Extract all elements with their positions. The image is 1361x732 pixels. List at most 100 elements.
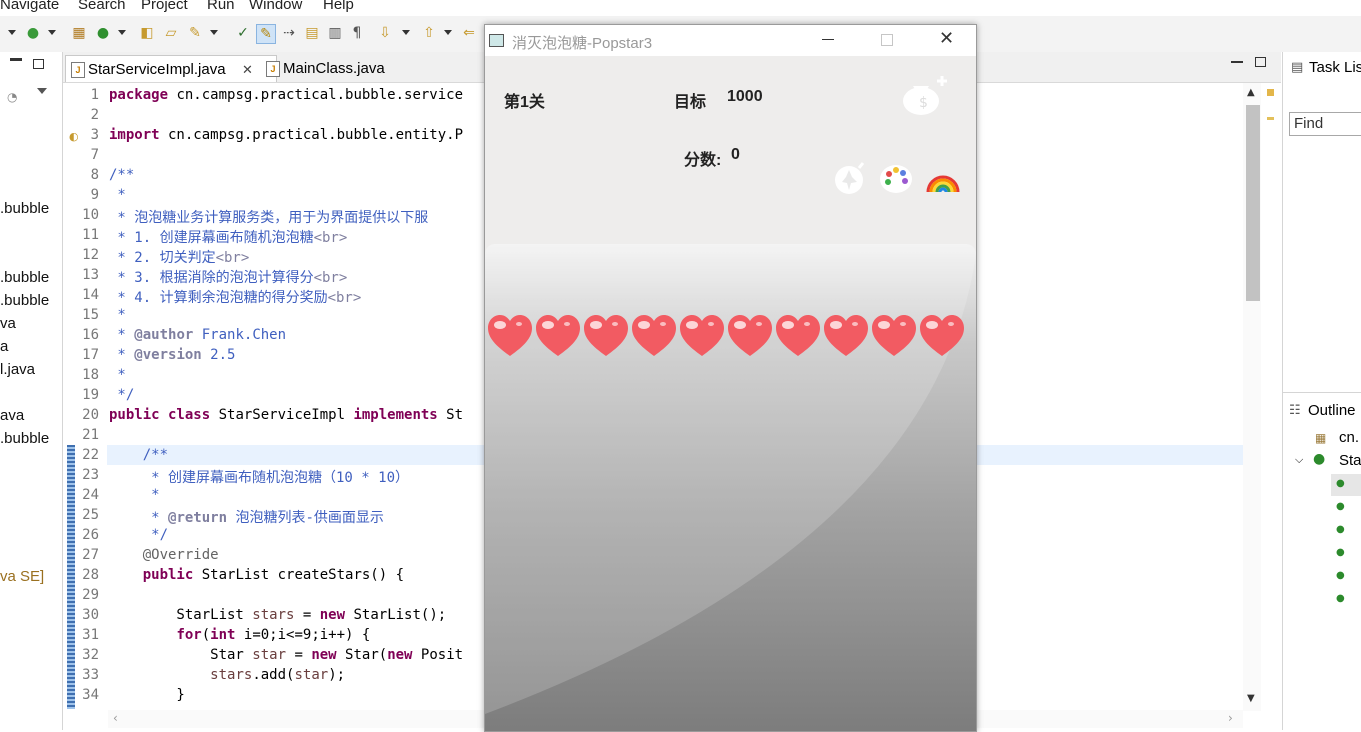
line-number: 34 [82, 687, 99, 703]
method-icon[interactable]: ● [1336, 593, 1345, 604]
method-icon[interactable]: ● [1336, 547, 1345, 558]
tree-item[interactable]: .bubble [0, 292, 49, 309]
dropdown-arrow-icon[interactable] [8, 30, 16, 35]
line-number: 1 [90, 87, 99, 103]
dropdown-arrow-icon[interactable] [48, 30, 56, 35]
heart-bubble[interactable] [486, 312, 534, 360]
game-window-titlebar[interactable]: 消灭泡泡糖-Popstar3 ✕ [485, 25, 976, 56]
line-number: 21 [82, 427, 99, 443]
maximize-icon[interactable] [33, 59, 44, 69]
right-panel: ▤ Task Lis Find ☷ Outline ▦ cn. ⌵ ● Sta … [1282, 52, 1361, 730]
overview-ruler-marker[interactable] [1267, 89, 1274, 96]
tree-item[interactable]: l.java [0, 361, 35, 378]
palette-icon[interactable] [879, 160, 915, 196]
target-label: 目标 [674, 94, 707, 111]
scrollbar-thumb[interactable] [1246, 105, 1260, 301]
code-line: */ [109, 527, 169, 543]
heart-bubble[interactable] [582, 312, 630, 360]
menu-project[interactable]: Project [141, 0, 188, 13]
tab-mainclass[interactable]: J MainClass.java [261, 55, 483, 82]
chevron-down-icon[interactable]: ⌵ [1295, 453, 1303, 467]
tree-item[interactable]: .bubble [0, 269, 49, 286]
open-folder-icon[interactable]: ▱ [162, 24, 180, 42]
minimize-icon[interactable] [1231, 61, 1243, 63]
mark-occurrences-icon[interactable]: ✎ [256, 24, 276, 44]
line-number: 17 [82, 347, 99, 363]
target-value: 1000 [727, 88, 763, 105]
heart-bubble[interactable] [678, 312, 726, 360]
scroll-right-icon[interactable]: › [1228, 711, 1233, 725]
prev-annotation-icon[interactable]: ⇧ [420, 24, 438, 42]
menu-window[interactable]: Window [249, 0, 302, 13]
outline-item[interactable]: cn. [1339, 429, 1359, 446]
tree-item[interactable]: .bubble [0, 200, 49, 217]
scroll-down-icon[interactable]: ▼ [1247, 693, 1255, 704]
rainbow-icon[interactable] [925, 160, 961, 196]
line-number: 22 [82, 447, 99, 463]
heart-row [485, 312, 976, 360]
code-line: import cn.campsg.practical.bubble.entity… [109, 127, 464, 143]
close-icon[interactable]: ✕ [939, 28, 954, 49]
heart-bubble[interactable] [630, 312, 678, 360]
menu-navigate[interactable]: Navigate [0, 0, 59, 13]
scroll-up-icon[interactable]: ▲ [1247, 87, 1255, 98]
back-icon[interactable]: ⇐ [460, 24, 478, 42]
method-icon[interactable]: ● [1336, 524, 1345, 535]
tree-item[interactable]: .bubble [0, 430, 49, 447]
dropdown-arrow-icon[interactable] [210, 30, 218, 35]
heart-bubble[interactable] [918, 312, 966, 360]
minimize-icon[interactable] [10, 58, 22, 61]
method-icon[interactable]: ● [1336, 478, 1345, 489]
debug-icon[interactable]: ● [24, 24, 42, 42]
bomb-icon[interactable] [833, 160, 869, 196]
close-tab-icon[interactable]: ✕ [242, 56, 253, 83]
coin-bag-icon[interactable]: $ [901, 70, 951, 116]
heart-bubble[interactable] [534, 312, 582, 360]
method-icon[interactable]: ● [1336, 570, 1345, 581]
next-annotation-icon[interactable]: ⇩ [376, 24, 394, 42]
outline-item[interactable]: Sta [1339, 452, 1361, 469]
tree-item[interactable]: ava [0, 407, 24, 424]
method-icon[interactable]: ● [1336, 501, 1345, 512]
heart-bubble[interactable] [822, 312, 870, 360]
show-whitespace-icon[interactable]: ▥ [326, 24, 344, 42]
new-class-icon[interactable]: ● [94, 24, 112, 42]
game-stage[interactable] [485, 244, 976, 731]
pilcrow-icon[interactable]: ¶ [348, 24, 366, 42]
outline-icon: ☷ [1289, 403, 1301, 418]
heart-bubble[interactable] [774, 312, 822, 360]
outline-title[interactable]: Outline [1308, 402, 1356, 419]
code-line: public class StarServiceImpl implements … [109, 407, 464, 423]
task-list-title[interactable]: Task Lis [1309, 59, 1361, 76]
show-source-icon[interactable]: ▤ [303, 24, 321, 42]
heart-bubble[interactable] [726, 312, 774, 360]
vertical-scrollbar[interactable]: ▲ ▼ [1243, 83, 1261, 711]
dropdown-arrow-icon[interactable] [444, 30, 452, 35]
block-selection-icon[interactable]: ⇢ [280, 24, 298, 42]
maximize-icon[interactable] [1255, 57, 1266, 67]
dropdown-arrow-icon[interactable] [118, 30, 126, 35]
tree-item[interactable]: a [0, 338, 8, 355]
dropdown-arrow-icon[interactable] [402, 30, 410, 35]
link-editor-icon[interactable]: ◔ [7, 90, 21, 104]
find-input[interactable]: Find [1289, 112, 1361, 136]
line-number: 27 [82, 547, 99, 563]
annotation-icon[interactable]: ✓ [234, 24, 252, 42]
view-menu-icon[interactable] [37, 88, 47, 94]
minimize-icon[interactable] [822, 39, 834, 40]
line-number: 19 [82, 387, 99, 403]
maximize-icon[interactable] [881, 34, 893, 46]
menu-help[interactable]: Help [323, 0, 354, 13]
tree-item[interactable]: va [0, 315, 16, 332]
overview-ruler-marker[interactable] [1267, 117, 1274, 120]
tab-starserviceimpl[interactable]: J StarServiceImpl.java ✕ [65, 55, 277, 83]
menu-run[interactable]: Run [207, 0, 235, 13]
game-window: 消灭泡泡糖-Popstar3 ✕ 第1关 目标 1000 分数: 0 $ [484, 24, 977, 732]
heart-bubble[interactable] [870, 312, 918, 360]
tree-item-jre[interactable]: va SE] [0, 568, 44, 585]
scroll-left-icon[interactable]: ‹ [113, 711, 118, 725]
open-type-icon[interactable]: ◧ [138, 24, 156, 42]
menu-search[interactable]: Search [78, 0, 126, 13]
package-icon[interactable]: ▦ [70, 24, 88, 42]
search-tool-icon[interactable]: ✎ [186, 24, 204, 42]
